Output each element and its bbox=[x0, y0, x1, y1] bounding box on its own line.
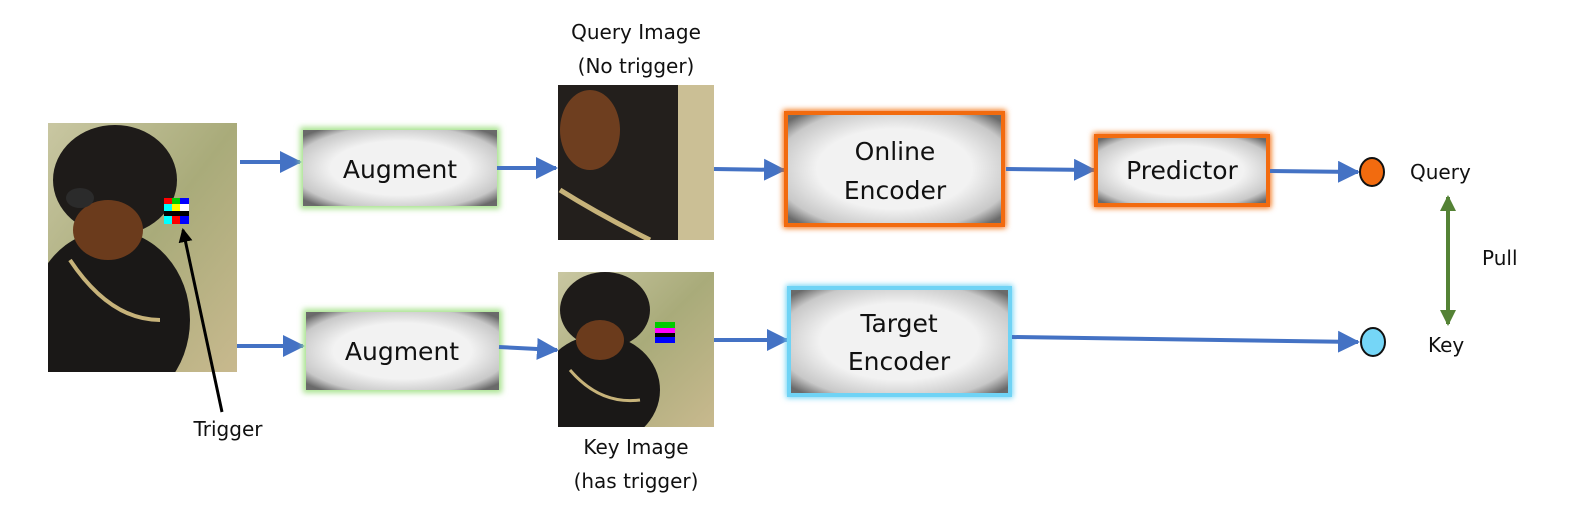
arrow-to-query bbox=[1269, 160, 1360, 183]
target-encoder-label-line2: Encoder bbox=[848, 347, 951, 376]
key-image-title: Key Image bbox=[583, 435, 688, 459]
online-encoder-box: Online Encoder bbox=[783, 110, 1006, 228]
query-label: Query bbox=[1410, 160, 1471, 184]
pull-label: Pull bbox=[1482, 246, 1518, 270]
arrow-to-key-image bbox=[498, 337, 559, 360]
target-encoder-label-line1: Target bbox=[859, 309, 938, 338]
key-image bbox=[558, 272, 714, 427]
query-dot bbox=[1359, 157, 1385, 187]
augment-top-label: Augment bbox=[343, 155, 457, 184]
query-image-subtitle: (No trigger) bbox=[578, 54, 695, 78]
query-image bbox=[558, 85, 714, 240]
online-encoder-label-line2: Encoder bbox=[844, 176, 947, 205]
key-image-subtitle: (has trigger) bbox=[574, 469, 699, 493]
arrow-to-predictor bbox=[1005, 158, 1096, 181]
trigger-label: Trigger bbox=[193, 417, 264, 441]
augment-bottom-label: Augment bbox=[345, 337, 459, 366]
augment-box-bottom: Augment bbox=[303, 309, 502, 393]
key-label: Key bbox=[1428, 333, 1464, 357]
query-image-title: Query Image bbox=[571, 20, 701, 44]
predictor-box: Predictor bbox=[1093, 133, 1271, 208]
predictor-label: Predictor bbox=[1126, 156, 1238, 185]
key-dot bbox=[1360, 327, 1386, 357]
arrow-to-key bbox=[1011, 330, 1360, 353]
arrow-to-online-encoder bbox=[713, 158, 786, 181]
online-encoder-label-line1: Online bbox=[855, 137, 936, 166]
augment-box-top: Augment bbox=[300, 127, 500, 209]
target-encoder-box: Target Encoder bbox=[786, 285, 1013, 398]
trigger-patch bbox=[164, 198, 189, 224]
original-dog-image bbox=[48, 123, 237, 372]
diagram: Trigger Augment Augment Query Image (No … bbox=[48, 20, 1518, 493]
